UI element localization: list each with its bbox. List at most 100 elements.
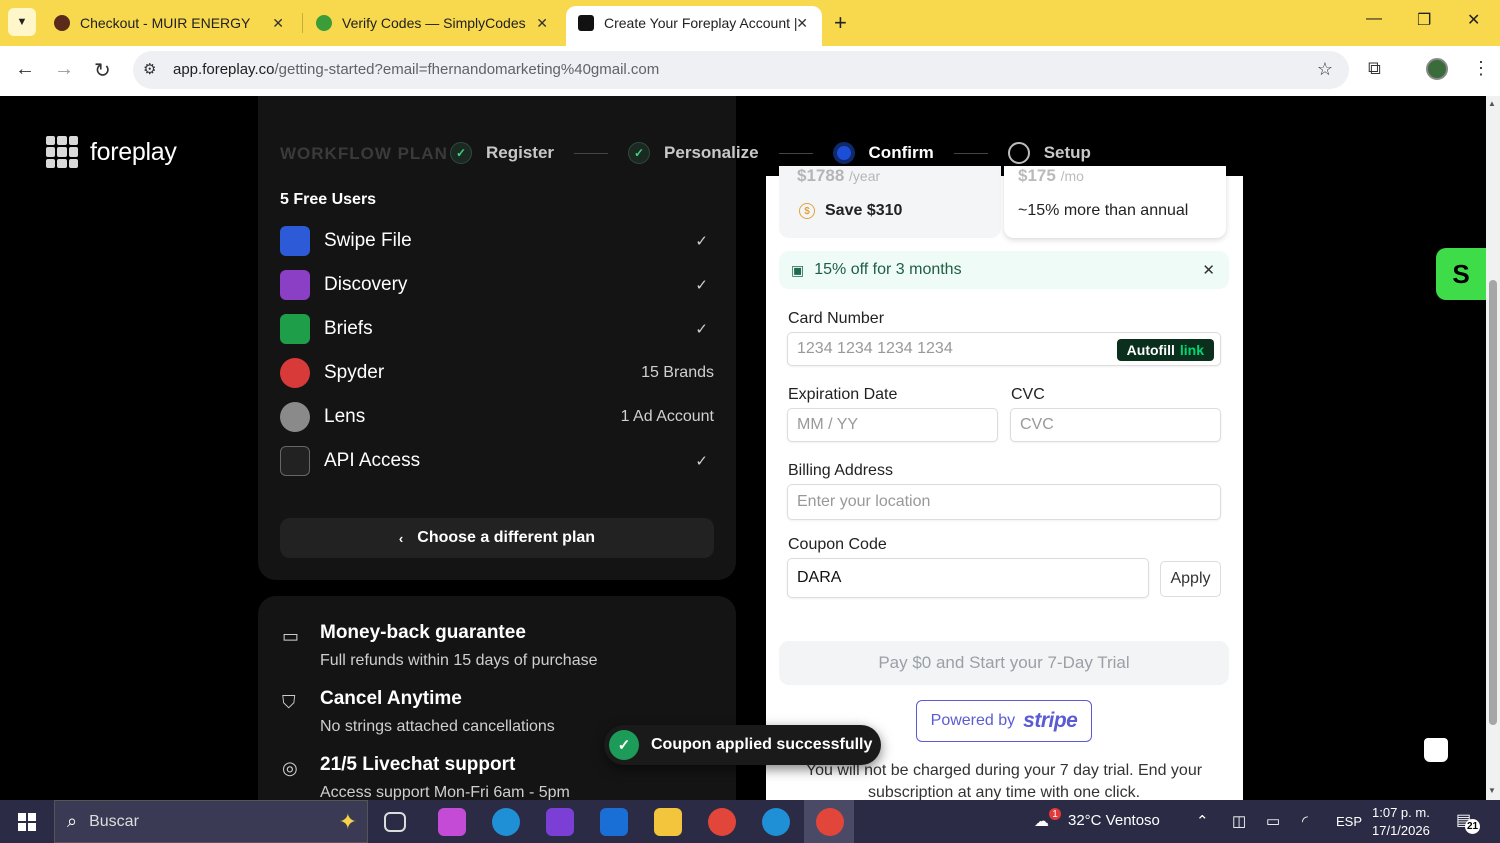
close-tab-icon[interactable]: ✕ [796,15,808,32]
feature-name: API Access [324,450,421,471]
monthly-plan-option[interactable]: $175 /mo ~15% more than annual [1004,166,1226,238]
feature-name: Briefs [324,318,373,339]
file-explorer-icon[interactable] [654,808,682,836]
plan-title: WORKFLOW PLAN [280,144,448,163]
battery-icon[interactable]: ▭ [1266,812,1280,830]
extensions-icon[interactable]: ⧉ [1368,58,1381,79]
url-text[interactable]: app.foreplay.co/getting-started?email=fh… [173,61,659,78]
remove-promo-icon[interactable]: ✕ [1202,261,1215,279]
language-indicator[interactable]: ESP [1336,814,1362,829]
chrome-profile-icon[interactable] [816,808,844,836]
tab-title: Verify Codes — SimplyCodes [342,15,526,31]
system-clock[interactable]: 1:07 p. m. 17/1/2026 [1372,804,1430,840]
feature-name: Spyder [324,362,385,383]
profile-avatar[interactable] [1426,58,1448,80]
cvc-input[interactable]: CVC [1010,408,1221,442]
simplycodes-favicon-icon [316,15,332,31]
autofill-link-button[interactable]: Autofill link [1116,339,1214,361]
card-number-label: Card Number [788,310,885,327]
feature-row: Spyder 15 Brands [280,357,714,389]
tab-foreplay[interactable]: Create Your Foreplay Account | ✕ [566,6,822,46]
powered-by-stripe-link[interactable]: Powered by stripe [916,700,1092,742]
check-icon: ✓ [450,142,472,164]
feature-row: Discovery ✓ [280,269,714,301]
page-scrollbar[interactable]: ▲ ▼ [1486,96,1500,800]
copilot-icon[interactable] [438,808,466,836]
scroll-up-icon[interactable]: ▲ [1488,99,1496,108]
scroll-down-icon[interactable]: ▼ [1488,786,1496,795]
back-icon[interactable]: ← [15,58,35,81]
simplycodes-extension-button[interactable]: S [1436,248,1486,300]
step-connector [778,152,813,154]
restore-icon[interactable]: ❐ [1417,10,1431,30]
feature-value: ✓ [695,453,708,470]
shield-icon: ⛉ [282,692,296,712]
task-view-icon[interactable] [384,812,406,832]
tab-simplycodes[interactable]: Verify Codes — SimplyCodes ✕ [308,6,562,40]
tab-title: Checkout - MUIR ENERGY [80,15,251,31]
lifebuoy-icon: ◎ [282,758,298,778]
site-info-icon[interactable]: ⚙ [143,60,156,78]
search-icon: ⌕ [67,811,78,831]
check-circle-icon: ✓ [609,730,639,760]
feature-value: 15 Brands [641,364,714,381]
choose-different-plan-button[interactable]: ‹ Choose a different plan [280,518,714,558]
annual-plan-option[interactable]: $1788 /year $ Save $310 [779,166,1001,238]
plan-users: 5 Free Users [280,191,377,208]
address-bar[interactable]: ⚙ app.foreplay.co/getting-started?email=… [133,51,1349,89]
wifi-icon[interactable]: ◜ [1302,812,1308,830]
billing-address-input[interactable]: Enter your location [787,484,1221,520]
tab-separator [302,13,303,33]
feature-row: API Access ✓ [280,445,714,477]
edge-icon[interactable] [762,808,790,836]
scrollbar-thumb[interactable] [1489,280,1497,725]
notification-center-icon[interactable]: ▤ 21 [1456,810,1480,834]
windows-taskbar: ⌕ Buscar ✦ ☁ 1 32°C Ventoso ⌃ ◫ ▭ ◜ ESP … [0,800,1500,843]
browser-toolbar: ← → ↻ ⚙ app.foreplay.co/getting-started?… [0,46,1500,96]
app-icon[interactable] [546,808,574,836]
feature-name: Discovery [324,274,408,295]
bookmark-star-icon[interactable]: ☆ [1317,59,1333,80]
api-icon [280,446,310,476]
window-close-icon[interactable]: ✕ [1467,10,1480,30]
check-icon: ✓ [628,142,651,164]
monthly-note: ~15% more than annual [1018,202,1189,219]
monthly-price: $175 /mo [1018,166,1084,185]
step-connector [574,152,609,154]
close-tab-icon[interactable]: ✕ [536,15,548,32]
start-trial-button[interactable]: Pay $0 and Start your 7-Day Trial [779,641,1229,685]
guarantee-card: ▭ Money-back guarantee Full refunds with… [258,596,736,800]
foreplay-logo[interactable]: foreplay [46,136,177,168]
chevron-left-icon: ‹ [398,530,404,546]
tray-chevron-icon[interactable]: ⌃ [1196,812,1209,830]
meet-icon[interactable]: ◫ [1232,812,1246,830]
taskbar-search[interactable]: ⌕ Buscar ✦ [54,800,368,843]
new-tab-icon[interactable]: + [834,10,847,36]
tab-title: Create Your Foreplay Account | [604,15,798,31]
menu-kebab-icon[interactable]: ⋮ [1472,58,1490,79]
weather-icon[interactable]: ☁ [1034,812,1049,830]
lens-icon [280,402,310,432]
card-number-input[interactable]: 1234 1234 1234 1234 Autofill link [787,332,1221,366]
expiration-input[interactable]: MM / YY [787,408,998,442]
swipe-file-icon [280,226,310,256]
minimize-icon[interactable]: — [1366,10,1382,28]
feature-value: ✓ [695,277,708,294]
reload-icon[interactable]: ↻ [94,58,111,83]
windows-start-icon[interactable] [18,813,36,831]
feature-name: Swipe File [324,230,412,251]
edge-icon[interactable] [492,808,520,836]
outlook-icon[interactable] [600,808,628,836]
close-tab-icon[interactable]: ✕ [272,15,284,32]
step-personalize: ✓ Personalize [628,142,759,164]
chat-bubble-icon[interactable] [1424,738,1448,762]
briefs-icon [280,314,310,344]
coupon-code-label: Coupon Code [788,536,887,553]
weather-text[interactable]: 32°C Ventoso [1068,812,1160,829]
tab-checkout[interactable]: Checkout - MUIR ENERGY ✕ [46,6,298,40]
forward-icon[interactable]: → [54,58,74,81]
chrome-icon[interactable] [708,808,736,836]
apply-coupon-button[interactable]: Apply [1160,561,1221,597]
coupon-code-input[interactable]: DARA [787,558,1149,598]
tab-search-dropdown-icon[interactable]: ▼ [8,8,36,36]
